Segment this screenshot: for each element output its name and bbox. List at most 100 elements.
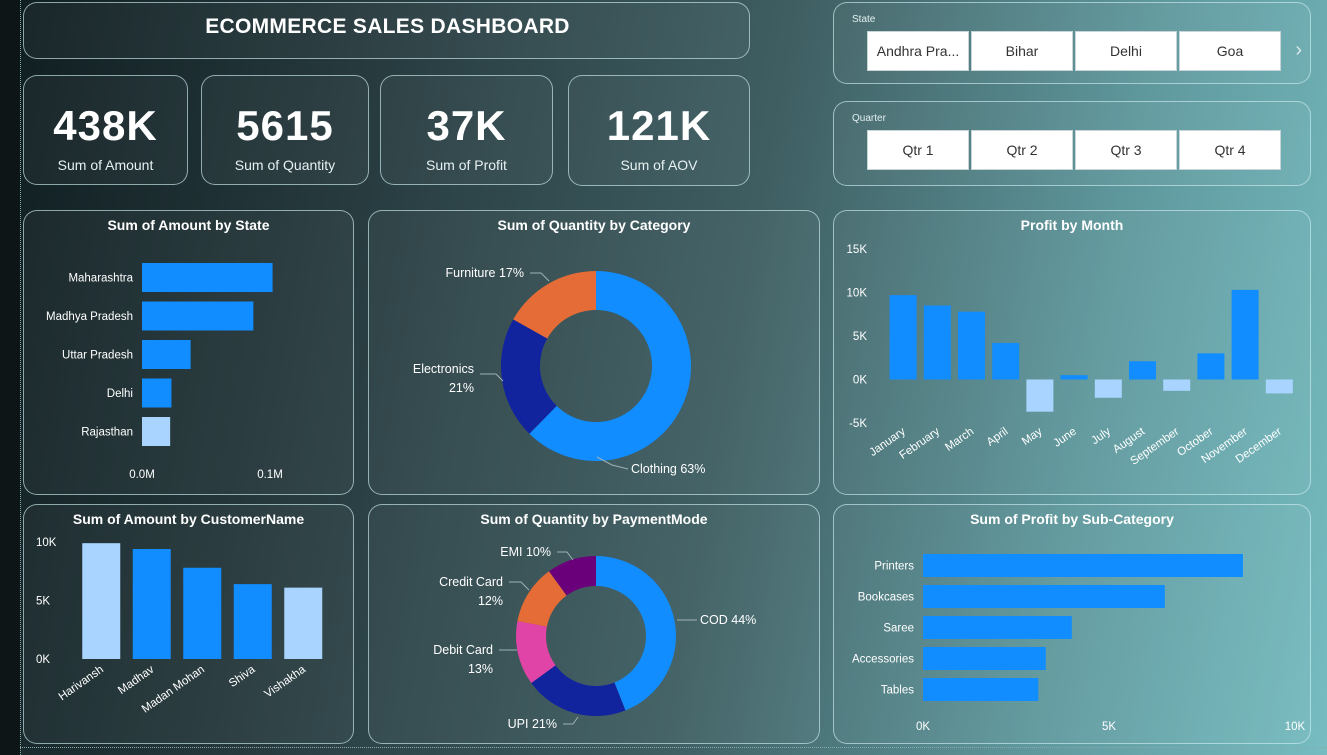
tick-label: 15K bbox=[847, 244, 868, 256]
kpi-label: Sum of Amount bbox=[57, 157, 154, 173]
bar bbox=[923, 305, 951, 380]
data-label: Debit Card bbox=[433, 643, 493, 657]
bar bbox=[889, 295, 917, 380]
category-label: Madhya Pradesh bbox=[46, 311, 133, 323]
kpi-value: 5615 bbox=[236, 102, 334, 149]
bar bbox=[1231, 289, 1259, 380]
tick-label: 0.0M bbox=[129, 469, 155, 481]
slicer-title: State bbox=[852, 14, 876, 25]
slicer-option[interactable]: Andhra Pra... bbox=[867, 31, 969, 71]
tick-label: 0.1M bbox=[257, 469, 283, 481]
bar bbox=[82, 543, 121, 659]
data-label: Clothing 63% bbox=[631, 462, 705, 476]
profit-by-subcategory-panel: Sum of Profit by Sub-Category Printers Bo… bbox=[833, 504, 1311, 744]
data-label: Furniture 17% bbox=[445, 266, 524, 280]
left-edge bbox=[0, 0, 20, 755]
amount-by-customer-panel: Sum of Amount by CustomerName 10K 5K 0K Har… bbox=[23, 504, 354, 744]
leader-line bbox=[509, 581, 530, 591]
category-label: Printers bbox=[874, 561, 914, 573]
state-slicer: State Andhra Pra... Bihar Delhi Goa › bbox=[833, 2, 1311, 84]
category-label: Shiva bbox=[227, 663, 258, 690]
category-label: Delhi bbox=[107, 388, 133, 400]
bar bbox=[142, 417, 171, 446]
quantity-by-category-chart: Clothing 63% Electronics 21% Furniture 17% bbox=[413, 266, 706, 476]
amount-by-state-chart: Maharashtra Madhya Pradesh Uttar Pradesh De… bbox=[46, 263, 283, 481]
category-label: Harivansh bbox=[57, 664, 106, 704]
slicer-option[interactable]: Qtr 2 bbox=[971, 130, 1073, 170]
slicer-option[interactable]: Goa bbox=[1179, 31, 1281, 71]
bar bbox=[233, 584, 272, 659]
category-label: Maharashtra bbox=[68, 273, 133, 285]
page-title: ECOMMERCE SALES DASHBOARD bbox=[205, 15, 570, 38]
category-label: June bbox=[1052, 426, 1079, 450]
kpi-value: 121K bbox=[606, 102, 712, 149]
bar bbox=[142, 340, 191, 369]
quantity-by-category-panel: Sum of Quantity by Category Clothing 63%… bbox=[368, 210, 820, 495]
bar bbox=[923, 554, 1243, 577]
slicer-option[interactable]: Qtr 1 bbox=[867, 130, 969, 170]
quarter-slicer: Quarter Qtr 1 Qtr 2 Qtr 3 Qtr 4 bbox=[833, 101, 1311, 186]
kpi-card-quantity[interactable]: 5615 Sum of Quantity bbox=[201, 75, 369, 185]
category-label: Saree bbox=[883, 623, 914, 635]
bar bbox=[142, 378, 172, 408]
kpi-card-amount[interactable]: 438K Sum of Amount bbox=[23, 75, 188, 185]
tick-label: 10K bbox=[1285, 721, 1306, 733]
donut-slice bbox=[531, 665, 626, 716]
slicer-option[interactable]: Qtr 3 bbox=[1075, 130, 1177, 170]
data-label: 12% bbox=[478, 594, 503, 608]
kpi-value: 438K bbox=[53, 102, 158, 149]
quantity-by-paymentmode-chart: COD 44% UPI 21% Debit Card 13% Credit Card 12… bbox=[433, 545, 756, 731]
bar bbox=[1129, 361, 1156, 380]
slicer-option[interactable]: Delhi bbox=[1075, 31, 1177, 71]
chevron-right-icon[interactable]: › bbox=[1295, 39, 1302, 62]
tick-label: 10K bbox=[36, 537, 57, 549]
bar bbox=[1197, 353, 1225, 380]
data-label: EMI 10% bbox=[500, 545, 551, 559]
tick-label: 5K bbox=[36, 596, 50, 608]
data-label: 13% bbox=[468, 662, 493, 676]
kpi-card-profit[interactable]: 37K Sum of Profit bbox=[380, 75, 553, 185]
bar bbox=[284, 587, 323, 659]
data-label: COD 44% bbox=[700, 613, 756, 627]
amount-by-state-panel: Sum of Amount by State Maharashtra Madhya… bbox=[23, 210, 354, 495]
tick-label: 10K bbox=[847, 288, 868, 300]
canvas-border bbox=[20, 0, 21, 755]
tick-label: -5K bbox=[849, 418, 867, 430]
amount-by-customer-chart: 10K5K0KHarivansh MadhavMadan Mohan Shiva Vi… bbox=[36, 537, 323, 716]
leader-line bbox=[530, 272, 550, 282]
slicer-title: Quarter bbox=[852, 113, 886, 124]
profit-by-subcategory-chart: Printers Bookcases Saree Accessories Tables 0… bbox=[852, 554, 1306, 733]
leader-line bbox=[563, 716, 579, 725]
bar bbox=[1265, 379, 1293, 394]
bar bbox=[132, 549, 171, 659]
category-label: March bbox=[943, 426, 976, 454]
bar bbox=[1060, 375, 1088, 380]
category-label: Rajasthan bbox=[81, 427, 133, 439]
kpi-label: Sum of AOV bbox=[620, 157, 698, 173]
bar bbox=[142, 263, 273, 292]
tick-label: 5K bbox=[1102, 721, 1116, 733]
profit-by-month-panel: Profit by Month 15K 10K 5K 0K -5K January Febr… bbox=[833, 210, 1311, 495]
bar bbox=[1163, 379, 1191, 391]
data-label: UPI 21% bbox=[508, 717, 557, 731]
data-label: 21% bbox=[449, 381, 474, 395]
kpi-label: Sum of Quantity bbox=[234, 157, 336, 173]
canvas-border-bottom bbox=[20, 747, 1327, 748]
kpi-card-aov[interactable]: 121K Sum of AOV bbox=[568, 75, 750, 186]
bar bbox=[923, 647, 1046, 670]
category-label: July bbox=[1089, 425, 1113, 447]
category-label: Vishakha bbox=[262, 663, 308, 700]
tick-label: 5K bbox=[853, 331, 867, 343]
category-label: May bbox=[1020, 425, 1045, 447]
slicer-option[interactable]: Bihar bbox=[971, 31, 1073, 71]
category-label: April bbox=[985, 426, 1011, 449]
bar bbox=[1026, 379, 1054, 412]
bar bbox=[958, 311, 985, 380]
bar bbox=[142, 301, 254, 331]
quantity-by-paymentmode-panel: Sum of Quantity by PaymentMode COD 44% UP… bbox=[368, 504, 820, 744]
slicer-option[interactable]: Qtr 4 bbox=[1179, 130, 1281, 170]
tick-label: 0K bbox=[916, 721, 930, 733]
data-label: Credit Card bbox=[439, 575, 503, 589]
category-label: Tables bbox=[881, 685, 914, 697]
data-label: Electronics bbox=[413, 362, 474, 376]
